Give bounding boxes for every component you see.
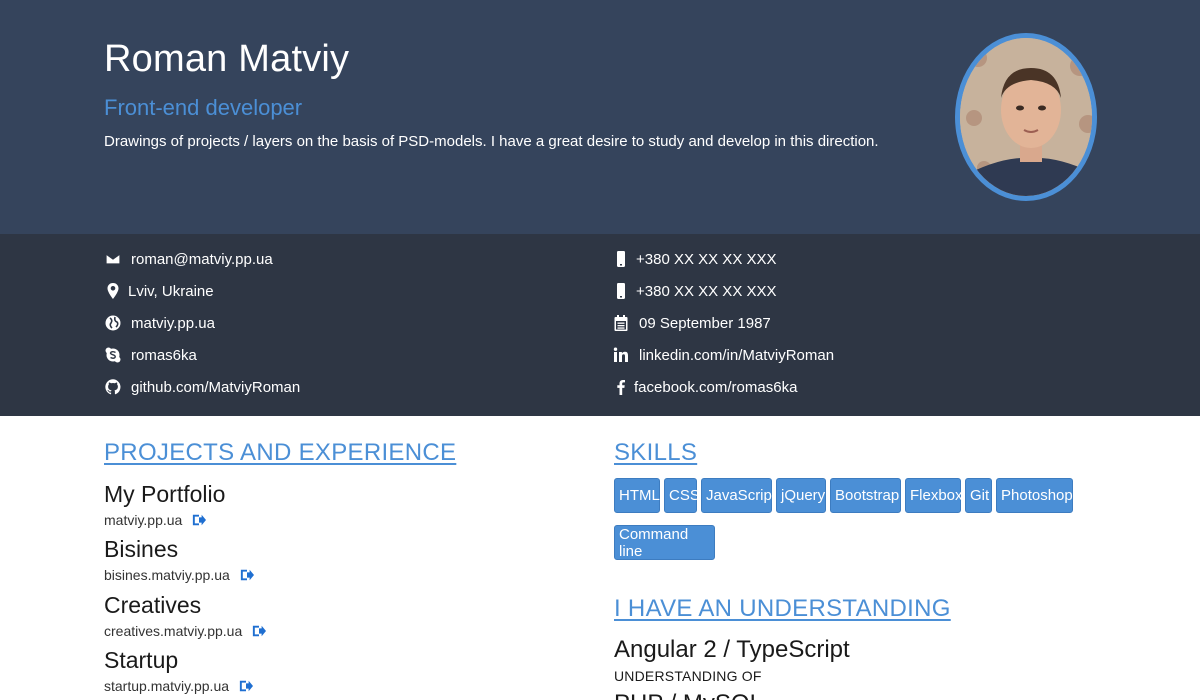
globe-icon — [104, 314, 122, 332]
project-url[interactable]: creatives.matviy.pp.ua — [104, 623, 242, 639]
contact-github[interactable]: github.com/MatviyRoman — [104, 376, 300, 398]
avatar-photo — [960, 38, 1092, 196]
contact-phone-2-text: +380 XX XX XX XXX — [636, 282, 777, 300]
profile-header: Roman Matviy Front-end developer Drawing… — [0, 0, 1200, 234]
contact-location-text: Lviv, Ukraine — [128, 282, 214, 300]
project-title: Startup — [104, 647, 179, 673]
profile-role: Front-end developer — [104, 95, 303, 120]
skill-tag[interactable]: JavaScript — [701, 478, 776, 513]
contact-location: Lviv, Ukraine — [104, 280, 214, 302]
contact-phone-2[interactable]: +380 XX XX XX XXX — [612, 280, 777, 302]
external-link-icon[interactable] — [252, 624, 267, 638]
project-title: Bisines — [104, 536, 179, 562]
skill-tag[interactable]: Photoshop — [996, 478, 1073, 513]
project-url[interactable]: bisines.matviy.pp.ua — [104, 567, 230, 583]
calendar-icon — [612, 314, 630, 332]
contact-email-text: roman@matviy.pp.ua — [131, 250, 273, 268]
skill-tag[interactable]: Flexbox — [905, 478, 963, 513]
skill-tag[interactable]: Git — [965, 478, 992, 513]
facebook-icon — [612, 378, 630, 396]
projects-section-title: PROJECTS AND EXPERIENCE — [104, 439, 457, 466]
external-link-icon[interactable] — [240, 568, 254, 582]
project-url[interactable]: startup.matviy.pp.ua — [104, 678, 229, 694]
github-icon — [104, 378, 122, 396]
contact-facebook-text: facebook.com/romas6ka — [634, 378, 798, 396]
understanding-item-title: PHP / MySQL — [614, 690, 763, 700]
understanding-section-title: I HAVE AN UNDERSTANDING — [614, 595, 951, 622]
contact-website-text: matviy.pp.ua — [131, 314, 215, 332]
contact-website[interactable]: matviy.pp.ua — [104, 312, 215, 334]
contact-skype-text: romas6ka — [131, 346, 197, 364]
project-title: Creatives — [104, 592, 202, 618]
contact-email[interactable]: roman@matviy.pp.ua — [104, 248, 273, 270]
skill-tag[interactable]: jQuery — [776, 478, 826, 513]
project-title: My Portfolio — [104, 481, 226, 507]
mobile-icon — [612, 282, 630, 300]
skills-section-title: SKILLS — [614, 439, 698, 466]
avatar — [955, 33, 1097, 201]
skill-tag[interactable]: Bootstrap — [830, 478, 901, 513]
contact-linkedin[interactable]: linkedin.com/in/MatviyRoman — [612, 344, 834, 366]
project-link[interactable]: bisines.matviy.pp.ua — [104, 567, 254, 583]
contact-birthday: 09 September 1987 — [612, 312, 771, 334]
contact-linkedin-text: linkedin.com/in/MatviyRoman — [639, 346, 835, 364]
contact-phone-1-text: +380 XX XX XX XXX — [636, 250, 777, 268]
external-link-icon[interactable] — [239, 679, 254, 693]
project-link[interactable]: matviy.pp.ua — [104, 512, 207, 528]
contact-birthday-text: 09 September 1987 — [639, 314, 771, 332]
skill-tag[interactable]: Command line — [614, 525, 715, 560]
skill-tag[interactable]: HTML — [614, 478, 660, 513]
contact-phone-1[interactable]: +380 XX XX XX XXX — [612, 248, 777, 270]
contact-facebook[interactable]: facebook.com/romas6ka — [612, 376, 797, 398]
mobile-icon — [612, 250, 630, 268]
contact-skype[interactable]: romas6ka — [104, 344, 197, 366]
project-link[interactable]: creatives.matviy.pp.ua — [104, 623, 267, 639]
external-link-icon[interactable] — [192, 513, 207, 527]
profile-name: Roman Matviy — [104, 38, 350, 80]
contacts-bar: roman@matviy.pp.ua Lviv, Ukraine matviy.… — [0, 234, 1200, 416]
understanding-item-level: UNDERSTANDING OF — [614, 668, 762, 684]
contact-github-text: github.com/MatviyRoman — [131, 378, 301, 396]
skype-icon — [104, 346, 122, 364]
project-link[interactable]: startup.matviy.pp.ua — [104, 678, 254, 694]
understanding-item-title: Angular 2 / TypeScript — [614, 636, 850, 663]
envelope-icon — [104, 250, 122, 268]
profile-summary: Drawings of projects / layers on the bas… — [104, 133, 879, 150]
map-marker-icon — [104, 282, 122, 300]
project-url[interactable]: matviy.pp.ua — [104, 512, 182, 528]
linkedin-icon — [612, 346, 630, 364]
skill-tag[interactable]: CSS — [664, 478, 700, 513]
